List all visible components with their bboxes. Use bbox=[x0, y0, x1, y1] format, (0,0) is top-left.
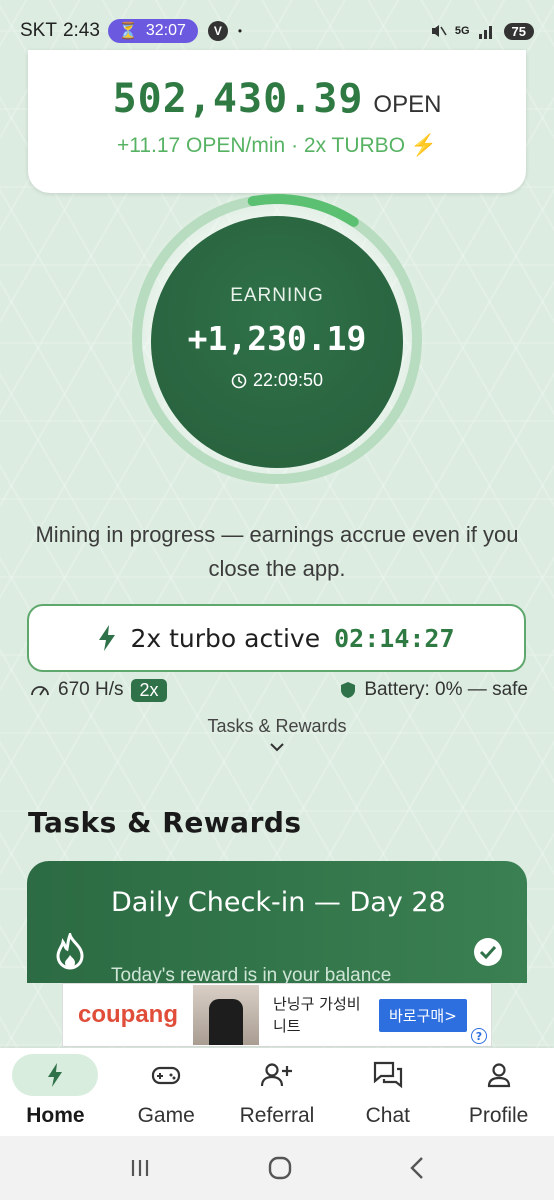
earning-value: +1,230.19 bbox=[187, 319, 367, 358]
add-user-icon bbox=[260, 1063, 292, 1087]
chevron-down-icon bbox=[270, 743, 284, 752]
v-badge-icon: V bbox=[207, 21, 228, 41]
tasks-rewards-link[interactable]: Tasks & Rewards bbox=[0, 716, 554, 753]
nav-chat-icon-container bbox=[333, 1054, 443, 1096]
back-icon[interactable] bbox=[408, 1156, 426, 1180]
ad-banner[interactable]: coupang 난닝구 가성비 니트 바로구매> ? bbox=[62, 983, 492, 1047]
nav-home-label: Home bbox=[26, 1104, 85, 1127]
hashrate-value: 670 H/s bbox=[58, 679, 124, 700]
mute-icon bbox=[431, 25, 447, 37]
daily-checkin-card[interactable]: Daily Check-in — Day 28 Today's reward i… bbox=[27, 861, 527, 983]
earning-circle[interactable]: EARNING +1,230.19 22:09:50 bbox=[151, 216, 403, 468]
nav-referral-label: Referral bbox=[239, 1104, 315, 1127]
shield-icon bbox=[341, 682, 356, 698]
nav-profile-icon-container bbox=[444, 1054, 554, 1096]
turbo-countdown: 02:14:27 bbox=[334, 623, 455, 653]
balance-card: 502,430.39 OPEN +11.17 OPEN/min · 2x TUR… bbox=[28, 50, 526, 193]
home-button-icon[interactable] bbox=[267, 1155, 293, 1181]
nav-referral[interactable]: Referral bbox=[222, 1054, 332, 1128]
battery-status-text: Battery: 0% — safe bbox=[364, 679, 528, 700]
check-circle-icon bbox=[474, 938, 502, 966]
mining-status-message: Mining in progress — earnings accrue eve… bbox=[35, 522, 519, 581]
carrier-name: SKT bbox=[20, 20, 57, 41]
nav-chat-label: Chat bbox=[365, 1104, 410, 1127]
nav-game[interactable]: Game bbox=[111, 1054, 221, 1128]
ad-product-image bbox=[193, 985, 259, 1045]
clock: 2:43 bbox=[62, 20, 100, 41]
nav-referral-icon-container bbox=[222, 1054, 332, 1096]
nav-profile-label: Profile bbox=[468, 1104, 529, 1127]
mining-stats: 670 H/s 2x Battery: 0% — safe bbox=[30, 674, 528, 706]
hashrate: 670 H/s bbox=[30, 679, 123, 701]
bolt-icon: ⚡ bbox=[410, 134, 438, 157]
recent-apps-icon[interactable] bbox=[128, 1158, 152, 1178]
balance-amount: 502,430.39 bbox=[112, 76, 364, 122]
ad-product-text: 난닝구 가성비 니트 bbox=[273, 995, 361, 1035]
nav-profile[interactable]: Profile bbox=[444, 1054, 554, 1128]
network-type: 5G bbox=[454, 25, 470, 37]
tasks-link-label: Tasks & Rewards bbox=[207, 716, 347, 736]
signal-icon bbox=[478, 26, 492, 39]
speedometer-icon bbox=[31, 686, 49, 696]
gamepad-icon bbox=[152, 1066, 181, 1085]
checkin-subtitle: Today's reward is in your balance bbox=[111, 965, 392, 983]
status-icons: 5G 75 bbox=[429, 22, 534, 40]
checkin-title: Daily Check-in — Day 28 bbox=[111, 887, 446, 918]
notification-dot: • bbox=[237, 24, 243, 38]
bolt-icon bbox=[99, 625, 116, 651]
earning-elapsed: 22:09:50 bbox=[151, 370, 403, 391]
multiplier-badge: 2x bbox=[131, 678, 167, 702]
fire-icon bbox=[56, 933, 84, 970]
nav-chat[interactable]: Chat bbox=[333, 1054, 443, 1128]
ad-buy-button[interactable]: 바로구매> bbox=[379, 998, 467, 1032]
system-navigation-bar bbox=[0, 1136, 554, 1200]
nav-home[interactable]: Home bbox=[0, 1054, 110, 1128]
profile-icon bbox=[487, 1063, 510, 1088]
balance-unit: OPEN bbox=[373, 91, 442, 118]
mining-rate: +11.17 OPEN/min · 2x TURBO ⚡ bbox=[28, 134, 526, 158]
mining-rate-text: +11.17 OPEN/min · 2x TURBO bbox=[116, 134, 406, 157]
clock-icon bbox=[231, 373, 247, 388]
nav-game-label: Game bbox=[137, 1104, 195, 1127]
turbo-status[interactable]: 2x turbo active 02:14:27 bbox=[27, 604, 526, 672]
timer-value: 32:07 bbox=[145, 22, 186, 39]
hourglass-icon: ⏳ bbox=[117, 23, 138, 40]
ad-info-icon[interactable]: ? bbox=[471, 1028, 487, 1044]
bolt-icon bbox=[48, 1063, 63, 1087]
ad-brand-logo: coupang bbox=[78, 1001, 178, 1028]
nav-game-icon-container bbox=[111, 1054, 221, 1096]
turbo-label: 2x turbo active bbox=[130, 623, 321, 653]
chat-icon bbox=[373, 1061, 402, 1089]
earning-label: EARNING bbox=[230, 285, 324, 306]
screen-time-timer: ⏳ 32:07 bbox=[107, 19, 198, 43]
battery-status: Battery: 0% — safe bbox=[340, 679, 528, 701]
tasks-heading: Tasks & Rewards bbox=[28, 806, 302, 839]
bottom-navigation: Home Game Referral Chat Profile bbox=[0, 1048, 554, 1136]
nav-home-icon-container bbox=[12, 1054, 99, 1096]
battery-indicator: 75 bbox=[503, 22, 534, 40]
elapsed-time: 22:09:50 bbox=[252, 370, 324, 390]
